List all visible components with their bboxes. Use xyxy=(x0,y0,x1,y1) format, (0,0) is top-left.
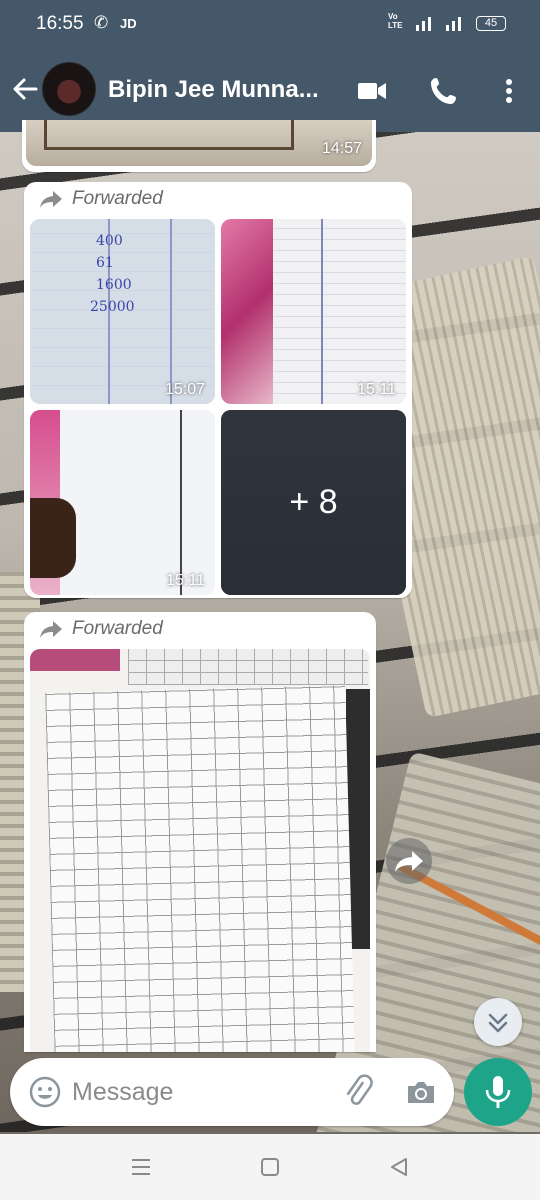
forwarded-text: Forwarded xyxy=(72,188,163,209)
avatar[interactable] xyxy=(42,62,96,116)
forward-arrow-icon xyxy=(40,191,62,208)
album-photo[interactable]: 15:11 xyxy=(30,410,215,595)
missed-call-icon: ✆ xyxy=(94,13,109,32)
signal-icon xyxy=(446,17,461,31)
forwarded-label: Forwarded xyxy=(38,618,163,640)
status-bar: 16:55 ✆ JD Vo LTE 45 xyxy=(0,0,540,48)
photo-content xyxy=(170,219,172,404)
forwarded-text: Forwarded xyxy=(72,618,163,639)
photo-content xyxy=(60,410,215,595)
more-vert-icon[interactable] xyxy=(492,74,526,108)
video-call-icon[interactable] xyxy=(355,74,389,108)
battery-icon: 45 xyxy=(476,16,506,31)
album-photo[interactable]: 400 61 1600 25000 15:07 xyxy=(30,219,215,404)
camera-icon[interactable] xyxy=(404,1075,438,1109)
message-input[interactable] xyxy=(72,1072,322,1112)
album-photo[interactable]: 15:11 xyxy=(221,219,406,404)
message-composer xyxy=(10,1058,454,1126)
forwarded-label: Forwarded xyxy=(38,188,163,210)
handwritten-number: 25000 xyxy=(90,299,135,315)
signal-icon xyxy=(416,17,431,31)
answer-sheet-photo[interactable] xyxy=(30,649,370,1052)
contact-name[interactable]: Bipin Jee Munna... xyxy=(108,76,319,104)
forward-arrow-icon xyxy=(40,621,62,638)
photo-content xyxy=(180,410,182,595)
system-navigation-bar xyxy=(0,1134,540,1200)
microphone-icon xyxy=(485,1076,511,1108)
answer-grid xyxy=(45,685,355,1052)
recents-icon[interactable] xyxy=(128,1154,154,1180)
photo-content xyxy=(128,649,368,685)
double-chevron-down-icon xyxy=(488,1013,508,1033)
photo-content xyxy=(321,219,323,404)
back-icon[interactable] xyxy=(386,1154,412,1180)
voice-call-icon[interactable] xyxy=(427,74,461,108)
image-thumbnail[interactable]: 14:57 xyxy=(26,120,372,166)
scroll-to-bottom-button[interactable] xyxy=(474,998,522,1046)
handwritten-number: 1600 xyxy=(96,277,132,293)
back-arrow-icon[interactable] xyxy=(10,74,40,104)
album-photo-more[interactable]: + 8 xyxy=(221,410,406,595)
photo-time: 15:11 xyxy=(357,381,396,398)
photo-content xyxy=(221,219,273,404)
carrier-tag: JD xyxy=(120,16,137,31)
photo-time: 15:07 xyxy=(164,381,205,398)
more-photos-count[interactable]: + 8 xyxy=(221,410,406,595)
forwarded-image-message[interactable]: Forwarded xyxy=(24,612,376,1052)
forward-arrow-icon xyxy=(395,851,423,872)
status-time: 16:55 xyxy=(36,13,84,34)
photo-hand xyxy=(30,498,76,578)
handwritten-number: 61 xyxy=(96,255,114,271)
home-icon[interactable] xyxy=(257,1154,283,1180)
handwritten-number: 400 xyxy=(96,233,123,249)
photo-content xyxy=(273,219,406,404)
emoji-icon[interactable] xyxy=(28,1075,62,1109)
photo-content xyxy=(44,120,294,150)
attach-icon[interactable] xyxy=(340,1074,376,1110)
message-time: 14:57 xyxy=(321,140,362,157)
image-message[interactable]: 14:57 xyxy=(22,120,376,172)
volte-icon: Vo LTE xyxy=(388,12,403,30)
forward-button[interactable] xyxy=(386,838,432,884)
forwarded-album-message[interactable]: Forwarded 400 61 1600 25000 15:07 15:11 … xyxy=(24,182,412,598)
photo-time: 15:11 xyxy=(166,572,205,589)
voice-message-button[interactable] xyxy=(464,1058,532,1126)
photo-content xyxy=(30,649,120,671)
